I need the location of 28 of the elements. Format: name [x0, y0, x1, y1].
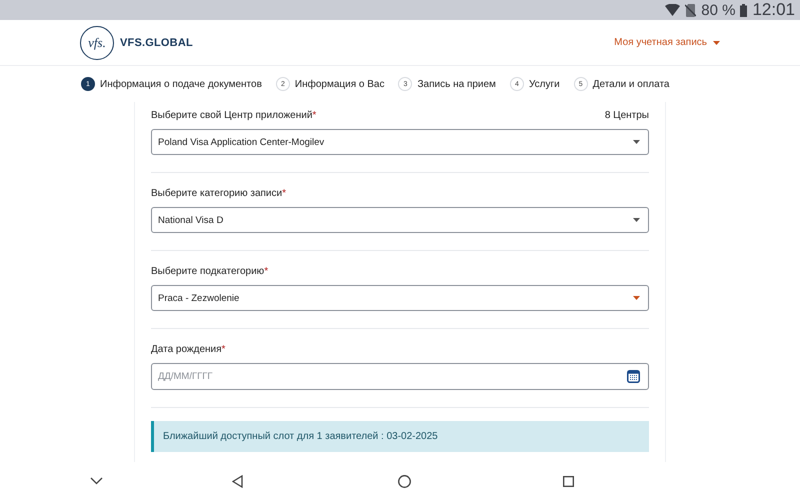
field-label: Выберите категорию записи* — [151, 188, 286, 198]
step-label: Запись на прием — [417, 78, 496, 90]
logo-mark[interactable]: vfs. — [80, 26, 114, 60]
step-label: Детали и оплата — [592, 78, 670, 90]
step-label: Информация о подаче документов — [100, 78, 262, 90]
select-field[interactable]: Poland Visa Application Center-Mogilev — [151, 129, 649, 155]
select-field[interactable]: National Visa D — [151, 207, 649, 233]
battery-percent: 80 % — [701, 2, 736, 18]
logo-text[interactable]: VFS.GLOBAL — [120, 36, 193, 48]
battery-icon — [740, 4, 748, 16]
field-label: Дата рождения* — [151, 344, 226, 354]
recents-icon[interactable] — [563, 476, 574, 486]
center-count: 8 Центры — [604, 110, 649, 120]
field-label: Выберите свой Центр приложений* — [151, 110, 316, 120]
home-icon[interactable] — [398, 474, 411, 488]
chevron-down-icon[interactable] — [90, 477, 103, 485]
clock: 12:01 — [752, 0, 795, 20]
wifi-icon — [665, 4, 680, 16]
back-icon[interactable] — [232, 474, 243, 488]
caret-icon — [713, 40, 720, 44]
field-label: Выберите подкатегорию* — [151, 266, 268, 276]
account-menu[interactable]: Моя учетная запись — [614, 37, 720, 48]
step-label: Информация о Вас — [294, 78, 384, 90]
select-field[interactable]: Praca - Zezwolenie — [151, 285, 649, 311]
step-label: Услуги — [528, 78, 560, 90]
availability-notice: Ближайший доступный слот для 1 заявителей : 03-02-2025 — [151, 421, 649, 452]
no-sim-icon — [685, 4, 696, 16]
calendar-icon[interactable] — [627, 370, 640, 383]
